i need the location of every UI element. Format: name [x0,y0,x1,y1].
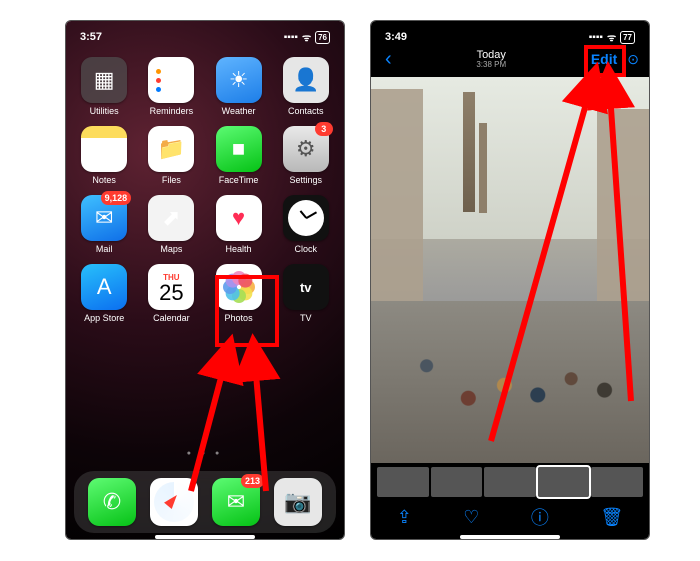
photo-viewport[interactable] [371,77,649,463]
app-tv[interactable]: tv TV [277,264,335,323]
app-label: Contacts [288,106,324,116]
nav-title: Today [476,49,506,61]
app-clock[interactable]: Clock [277,195,335,254]
badge: 213 [241,474,264,488]
app-reminders[interactable]: Reminders [142,57,200,116]
app-notes[interactable]: Notes [75,126,133,185]
edit-button[interactable]: Edit [587,49,621,69]
battery-icon: 77 [620,31,635,44]
photo-crowd [371,301,649,463]
app-contacts[interactable]: 👤 Contacts [277,57,335,116]
photo-tower [463,92,475,212]
bottom-toolbar: ⇪ ♡ ⓘ 🗑 [371,501,649,533]
info-button[interactable]: ⓘ [531,504,549,530]
signal-icon: ▪▪▪▪ [589,32,603,43]
wifi-icon: ᯤ [607,30,616,44]
app-settings[interactable]: ⚙3Settings [277,126,335,185]
app-utilities[interactable]: ▦ Utilities [75,57,133,116]
reminders-icon [148,57,194,103]
delete-button[interactable]: 🗑 [600,507,623,528]
dock-app-phone[interactable]: ✆ [88,478,136,526]
clock-icon [283,195,329,241]
app-label: Calendar [153,313,190,323]
tv-icon: tv [283,264,329,310]
status-indicators: ▪▪▪▪ ᯤ 77 [589,30,635,44]
app-health[interactable]: ♥ Health [210,195,268,254]
status-bar: 3:57 ▪▪▪▪ ᯤ 76 [66,21,344,49]
app-label: FaceTime [219,175,259,185]
thumbnail-selected[interactable] [538,467,590,497]
nav-actions: Edit ⊙ [587,49,639,69]
back-button[interactable]: ‹ [381,46,396,73]
thumbnail[interactable] [484,467,536,497]
signal-icon: ▪▪▪▪ [284,32,298,43]
home-indicator[interactable] [460,535,560,539]
facetime-icon: ■ [216,126,262,172]
maps-icon: ⬈ [148,195,194,241]
app-label: Files [162,175,181,185]
badge: 9,128 [101,191,132,205]
app-label: App Store [84,313,124,323]
app-label: Photos [225,313,253,323]
more-button[interactable]: ⊙ [627,51,639,68]
photos-viewer-frame: 3:49 ▪▪▪▪ ᯤ 77 ‹ Today 3:38 PM Edit ⊙ [370,20,650,540]
app-mail[interactable]: ✉9,128Mail [75,195,133,254]
app-label: Notes [92,175,116,185]
page-indicator[interactable]: ● ● ● [66,450,344,457]
app-label: Health [226,244,252,254]
thumbnail[interactable] [377,467,429,497]
notes-icon [81,126,127,172]
app store-icon: A [81,264,127,310]
share-button[interactable]: ⇪ [397,507,412,528]
app-files[interactable]: 📁 Files [142,126,200,185]
home-screen-frame: 3:57 ▪▪▪▪ ᯤ 76 ▦ Utilities Reminders ☀ Weath… [65,20,345,540]
badge: 3 [315,122,333,136]
camera-icon: 📷 [274,478,322,526]
photo-building [371,89,423,309]
photo-building [597,109,649,309]
dock: ✆ ✉213 📷 [74,471,336,533]
calendar-icon: THU25 [148,264,194,310]
safari-icon [150,478,198,526]
favorite-button[interactable]: ♡ [463,507,479,528]
app-grid: ▦ Utilities Reminders ☀ Weather 👤 Contacts Note… [66,57,344,323]
photos-icon [216,264,262,310]
photo-tower [479,123,487,213]
files-icon: 📁 [148,126,194,172]
thumbnail-strip[interactable] [371,467,649,497]
dock-app-messages[interactable]: ✉213 [212,478,260,526]
utilities-icon: ▦ [81,57,127,103]
weather-icon: ☀ [216,57,262,103]
contacts-icon: 👤 [283,57,329,103]
thumbnail[interactable] [431,467,483,497]
app-app-store[interactable]: A App Store [75,264,133,323]
app-label: Settings [289,175,322,185]
nav-subtitle: 3:38 PM [476,61,506,70]
app-label: Mail [96,244,113,254]
battery-icon: 76 [315,31,330,44]
app-label: Utilities [90,106,119,116]
app-photos[interactable]: Photos [210,264,268,323]
nav-title-group: Today 3:38 PM [476,49,506,70]
status-indicators: ▪▪▪▪ ᯤ 76 [284,30,330,44]
app-calendar[interactable]: THU25 Calendar [142,264,200,323]
home-indicator[interactable] [155,535,255,539]
app-label: Weather [222,106,256,116]
wifi-icon: ᯤ [302,30,311,44]
nav-bar: ‹ Today 3:38 PM Edit ⊙ [371,45,649,73]
thumbnail[interactable] [591,467,643,497]
status-time: 3:57 [80,31,102,43]
app-facetime[interactable]: ■ FaceTime [210,126,268,185]
status-time: 3:49 [385,31,407,43]
app-label: TV [300,313,312,323]
dock-app-safari[interactable] [150,478,198,526]
phone-icon: ✆ [88,478,136,526]
app-label: Maps [160,244,182,254]
health-icon: ♥ [216,195,262,241]
app-maps[interactable]: ⬈ Maps [142,195,200,254]
dock-app-camera[interactable]: 📷 [274,478,322,526]
app-weather[interactable]: ☀ Weather [210,57,268,116]
app-label: Clock [294,244,317,254]
app-label: Reminders [150,106,194,116]
